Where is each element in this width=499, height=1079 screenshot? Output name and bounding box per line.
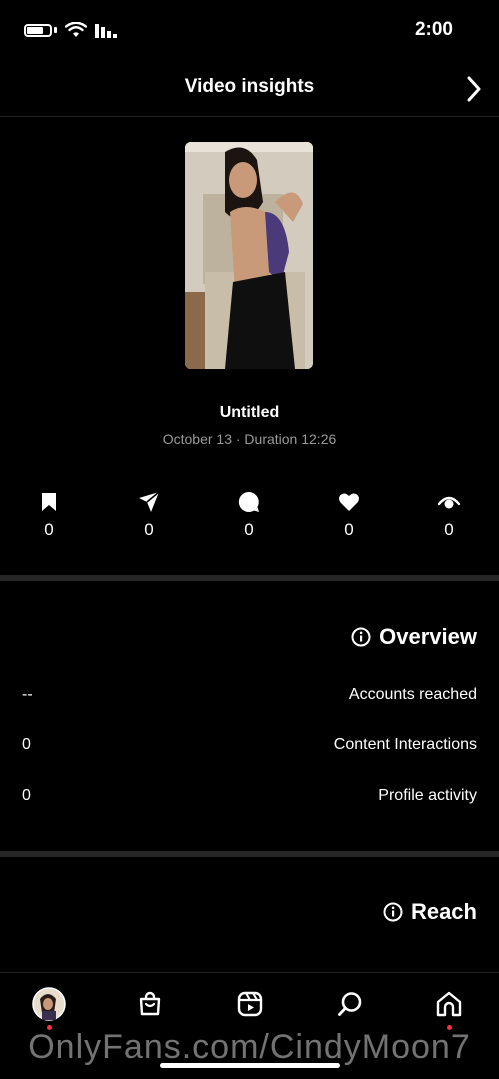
stat-value: 0: [144, 520, 154, 539]
status-icons: [24, 22, 117, 38]
bookmark-icon: [42, 493, 56, 511]
comment-icon: [238, 491, 259, 512]
thumbnail-image: [185, 142, 313, 369]
row-value: 0: [22, 736, 31, 753]
send-icon: [139, 491, 160, 512]
chevron-icon: [467, 76, 481, 102]
battery-nub: [54, 27, 57, 33]
stat-comments: 0: [219, 490, 279, 540]
row-label: Content Interactions: [333, 736, 477, 753]
header-divider: [0, 116, 499, 117]
overview-label: Overview: [379, 624, 477, 649]
overview-row-accounts-reached[interactable]: -- Accounts reached: [22, 686, 477, 704]
stat-likes: 0: [319, 490, 379, 540]
info-icon[interactable]: [351, 627, 371, 647]
profile-avatar: [32, 987, 66, 1021]
nav-home[interactable]: [429, 984, 469, 1024]
nav-shop[interactable]: [130, 984, 170, 1024]
section-divider: [0, 575, 499, 581]
status-time: 2:00: [414, 19, 453, 40]
page-title: Video insights: [184, 76, 315, 97]
signal-icon: [95, 24, 117, 38]
home-icon: [436, 991, 462, 1017]
nav-divider: [0, 972, 499, 973]
row-value: --: [22, 686, 33, 703]
nav-profile[interactable]: [29, 984, 69, 1024]
row-label: Profile activity: [378, 787, 477, 804]
stat-value: 0: [444, 520, 454, 539]
overview-row-content-interactions[interactable]: 0 Content Interactions: [22, 736, 477, 754]
battery-icon: [24, 23, 52, 37]
nav-search[interactable]: [330, 984, 370, 1024]
row-value: 0: [22, 787, 31, 804]
reach-title: Reach: [383, 899, 477, 925]
stat-value: 0: [44, 520, 54, 539]
section-divider: [0, 851, 499, 857]
overview-title: Overview: [351, 624, 477, 650]
stat-views: 0: [419, 490, 479, 540]
heart-icon: [339, 493, 359, 511]
stat-saves: 0: [19, 490, 79, 540]
nav-reels[interactable]: [230, 984, 270, 1024]
reach-label: Reach: [410, 899, 477, 924]
stat-shares: 0: [119, 490, 179, 540]
video-meta: October 13 · Duration 12:26: [162, 431, 337, 447]
stat-value: 0: [344, 520, 354, 539]
video-title: Untitled: [219, 404, 280, 421]
shop-icon: [139, 991, 161, 1016]
eye-icon: [437, 496, 461, 509]
reels-icon: [237, 991, 263, 1017]
wifi-icon: [65, 22, 87, 37]
info-icon[interactable]: [383, 902, 403, 922]
overview-row-profile-activity[interactable]: 0 Profile activity: [22, 787, 477, 805]
home-indicator: [160, 1063, 340, 1068]
video-thumbnail[interactable]: [185, 142, 313, 369]
watermark: OnlyFans.com/CindyMoon7: [28, 1028, 471, 1066]
back-button[interactable]: [459, 72, 489, 106]
row-label: Accounts reached: [348, 686, 477, 703]
search-icon: [338, 992, 362, 1016]
stat-value: 0: [244, 520, 254, 539]
